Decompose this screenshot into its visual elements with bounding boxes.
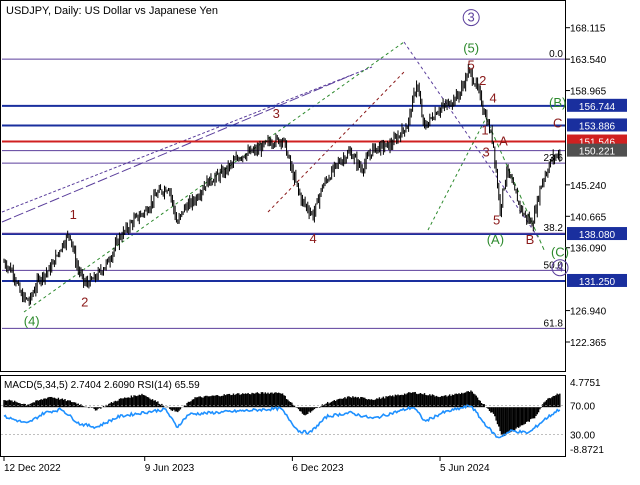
price-axis-label: 145.240 (570, 181, 607, 192)
price-axis-label: 140.665 (570, 212, 607, 223)
wave-label: (5) (463, 41, 479, 56)
time-axis-label: 6 Dec 2023 (292, 463, 344, 474)
price-axis-label: 168.115 (570, 24, 606, 35)
indicator-axis: 4.7751 70.00 30.00 -8.8721 (570, 378, 604, 456)
indicator-axis-label: 70.00 (570, 402, 595, 413)
price-axis-label: 126.940 (570, 307, 607, 318)
wave-label: 2 (479, 73, 486, 88)
wave-label: B (526, 232, 535, 247)
time-axis: 12 Dec 2022 9 Jun 2023 6 Dec 2023 5 Jun 202… (3, 456, 490, 474)
indicator-axis-label: -8.8721 (570, 445, 604, 456)
price-tag-label: 153.886 (579, 121, 616, 132)
time-axis-label: 9 Jun 2023 (145, 463, 195, 474)
wave-label: (C) (551, 245, 569, 260)
price-tag-label: 156.744 (579, 102, 616, 113)
price-tag-label: 150.221 (579, 147, 616, 158)
usdjpy-chart: 0.0156.744153.886151.546150.22123.6138.0… (0, 0, 627, 474)
wave-label: 3 (273, 106, 280, 121)
chart-title: USDJPY, Daily: US Dollar vs Japanese Yen (6, 5, 218, 17)
chart-stage: 0.0 156.744 153.886 151.546 150.221 23.6 138.0… (0, 0, 640, 480)
indicator-axis-label: 30.00 (570, 430, 595, 441)
indicator-axis-label: 4.7751 (570, 378, 601, 389)
wave-label: (B) (549, 95, 566, 110)
price-axis-label: 136.090 (570, 244, 607, 255)
price-axis-label: 163.540 (570, 55, 607, 66)
price-axis-label: 158.965 (570, 87, 607, 98)
wave-label: 3 (468, 10, 475, 25)
wave-label: (4) (24, 313, 40, 328)
wave-label: (A) (487, 232, 504, 247)
indicator-title: MACD(5,34,5) 2.7404 2.6090 RSI(14) 65.59 (4, 380, 200, 391)
wave-label: 1 (70, 207, 77, 222)
price-axis: 168.115 163.540 158.965 145.240 140.665 136.0… (566, 24, 607, 349)
price-tag-label: 138.080 (579, 230, 616, 241)
wave-label: 1 (481, 122, 488, 137)
wave-label: 2 (81, 295, 88, 310)
wave-label: 4 (489, 91, 496, 106)
fib-level-label: 0.0 (549, 49, 563, 60)
wave-label: 5 (468, 58, 475, 73)
price-tag-label: 131.250 (579, 277, 616, 288)
time-axis-label: 12 Dec 2022 (4, 463, 61, 474)
fib-level-label: 38.2 (544, 223, 564, 234)
price-plot-frame (0, 0, 566, 372)
price-axis-label: 122.365 (570, 338, 607, 349)
wave-label: C (553, 115, 562, 130)
wave-label: 5 (493, 212, 500, 227)
wave-label: 4 (556, 260, 563, 275)
fib-level-label: 61.8 (544, 318, 564, 329)
wave-label: A (499, 133, 508, 148)
time-axis-label: 5 Jun 2024 (440, 463, 490, 474)
wave-label: 3 (483, 144, 490, 159)
wave-label: 4 (310, 231, 317, 246)
